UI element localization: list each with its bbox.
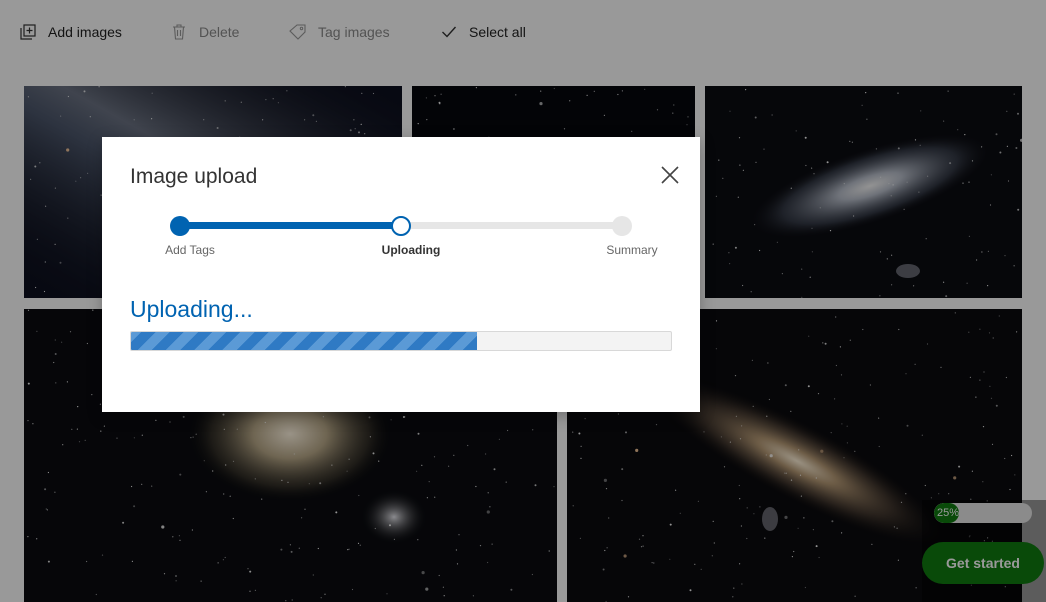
- step-dot-add-tags: [170, 216, 190, 236]
- step-label-add-tags: Add Tags: [165, 243, 215, 257]
- step-dot-uploading: [391, 216, 411, 236]
- step-dot-summary: [612, 216, 632, 236]
- step-progress: [180, 222, 401, 229]
- upload-status: Uploading...: [130, 296, 253, 322]
- image-upload-dialog: Image upload Add Tags Uploading Summary …: [102, 137, 700, 412]
- step-indicator: Add Tags Uploading Summary: [102, 137, 700, 267]
- tour-progress-fill: 25%: [934, 503, 959, 523]
- upload-progress-fill: [131, 332, 477, 350]
- step-label-uploading: Uploading: [381, 243, 441, 257]
- tour-progress-bar: 25%: [934, 503, 1032, 523]
- upload-progress-bar: [130, 331, 672, 351]
- get-started-button[interactable]: Get started: [922, 542, 1044, 584]
- step-label-summary: Summary: [606, 243, 658, 257]
